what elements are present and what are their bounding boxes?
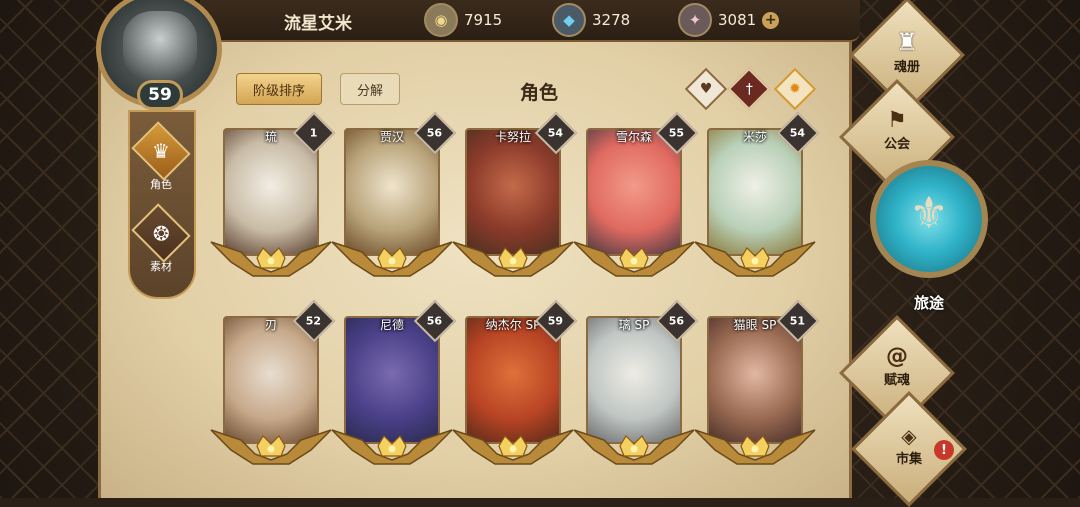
tab-materials[interactable]: ❂ 素材 [131,203,191,274]
gem-icon: ✦ [678,3,712,37]
character-card[interactable]: 卡努拉 54 [452,111,578,290]
guild-icon: ⚑ [887,108,907,133]
crystal-value: 3278 [592,11,631,29]
section-title: 角色 [520,82,559,104]
character-level: 51 [790,314,806,328]
character-level: 59 [548,314,564,328]
sort-by-rank-button[interactable]: 阶级排序 [236,73,323,105]
soul-infuse-content: @ 赋魂 [852,344,942,388]
character-card[interactable]: 纳杰尔 SP 59 [452,299,578,478]
gold-value: 7915 [464,11,503,29]
character-level: 56 [427,314,443,328]
player-name: 流星艾米 [284,14,352,34]
rank-crest-icon [331,241,453,277]
crystal-counter: ◆ 3278 [552,3,631,37]
character-card[interactable]: 璃 SP 56 [573,299,699,478]
sword-icon: † [745,81,753,97]
soul-book-content: ♜ 魂册 [862,28,952,75]
rank-crest-icon [210,241,332,277]
rank-crest-icon [210,429,332,465]
journey-emblem-icon: ⚜ [870,160,988,278]
character-card[interactable]: 尼德 56 [331,299,457,478]
guild-label: 公会 [883,137,910,152]
character-level: 1 [310,126,318,140]
character-level: 56 [669,314,685,328]
character-level: 55 [669,126,685,140]
rank-crest-icon [452,241,574,277]
helmet-icon: ♛ [131,121,191,181]
tab-characters[interactable]: ♛ 角色 [131,121,191,192]
rank-crest-icon [694,429,816,465]
rank-crest-icon [694,241,816,277]
crystal-icon: ◆ [552,3,586,37]
rank-crest-icon [331,429,453,465]
beast-icon: ❂ [131,203,191,263]
character-level: 54 [790,126,806,140]
add-gem-button[interactable]: + [762,11,780,29]
book-helmet-icon: ♜ [896,28,918,56]
heart-icon: ♥ [699,81,713,97]
dismantle-button[interactable]: 分解 [340,73,401,105]
gold-coin-icon: ◉ [424,3,458,37]
spiral-icon: @ [886,344,908,369]
journey-button[interactable]: ⚜ 旅途 [866,160,992,320]
player-level-badge: 59 [137,80,183,110]
character-card[interactable]: 琉1 [210,111,336,290]
rank-crest-icon [573,241,695,277]
rank-crest-icon [452,429,574,465]
sun-icon: ✹ [789,80,801,97]
character-level: 54 [548,126,564,140]
guild-content: ⚑ 公会 [852,108,942,152]
soul-book-label: 魂册 [893,60,920,75]
avatar-dragon-icon [123,11,197,81]
gold-counter: ◉ 7915 [424,3,503,37]
rank-crest-icon [573,429,695,465]
gem-value: 3081 [718,11,757,29]
character-card[interactable]: 猫眼 SP 51 [694,299,820,478]
journey-label: 旅途 [913,294,944,312]
character-level: 56 [427,126,443,140]
character-level: 52 [306,314,322,328]
character-card[interactable]: 米莎 54 [694,111,820,290]
left-tab-panel: ♛ 角色 ❂ 素材 [128,110,196,299]
market-alert-badge: ! [934,440,954,460]
character-card[interactable]: 贾汉 56 [331,111,457,290]
gem-counter: ✦ 3081 + [678,3,780,37]
character-card[interactable]: 刃 52 [210,299,336,478]
soul-infuse-label: 赋魂 [883,373,910,388]
character-card[interactable]: 雪尔森 55 [573,111,699,290]
